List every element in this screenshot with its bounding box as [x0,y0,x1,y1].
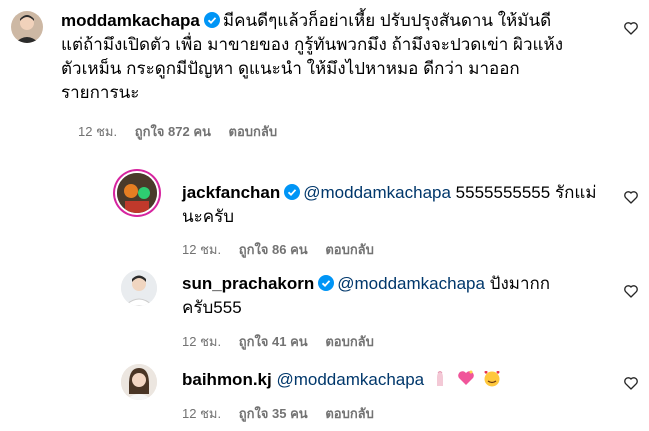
username[interactable]: baihmon.kj [182,370,272,389]
mention-link[interactable]: @moddamkachapa [276,370,424,389]
mention-link[interactable]: @moddamkachapa [303,183,451,202]
pinched-fingers-icon [437,371,444,386]
like-count[interactable]: ถูกใจ 86 คน [239,242,308,257]
comment-meta: 12 ชม. ถูกใจ 41 คน ตอบกลับ [182,331,388,352]
comment-body: jackfanchan @moddamkachapa 5555555555 รัก… [182,181,602,229]
comment-text-line: มีคนดีๆแล้วก็อย่าเหี้ย ปรับปรุงสันดาน ให… [222,11,552,30]
username[interactable]: sun_prachakorn [182,274,314,293]
heart-icon[interactable] [623,189,639,205]
mention-link[interactable]: @moddamkachapa [337,274,485,293]
verified-badge-icon [318,275,335,291]
verified-badge-icon [284,184,301,200]
verified-badge-icon [203,12,220,28]
reply-button[interactable]: ตอบกลับ [325,406,374,421]
timestamp[interactable]: 12 ชม. [78,124,117,139]
reply-button[interactable]: ตอบกลับ [229,124,278,139]
comment-body: moddamkachapa มีคนดีๆแล้วก็อย่าเหี้ย ปรับ… [61,9,606,105]
avatar[interactable] [121,364,157,400]
comment-text-line: รายการนะ [61,83,140,102]
comment-meta: 12 ชม. ถูกใจ 872 คน ตอบกลับ [78,121,291,142]
like-count[interactable]: ถูกใจ 41 คน [239,334,308,349]
timestamp[interactable]: 12 ชม. [182,242,221,257]
avatar[interactable] [121,270,157,306]
like-count[interactable]: ถูกใจ 872 คน [135,124,211,139]
username[interactable]: jackfanchan [182,183,280,202]
avatar[interactable] [117,173,157,213]
comment-text-line: แต่ถ้ามึงเปิดตัว เพื่อ มาขายของ กูรู้ทัน… [61,35,563,54]
heart-icon[interactable] [623,375,639,391]
comment-text-line: ตัวเหม็น กระดูกมีปัญหา ดูแนะนำ ให้มึงไปห… [61,59,520,78]
smiling-face-with-hearts-icon [484,370,500,387]
timestamp[interactable]: 12 ชม. [182,334,221,349]
sparkling-heart-icon [458,370,474,385]
comment-text: ปังมากก [489,274,551,293]
comment-body: baihmon.kj @moddamkachapa [182,368,602,392]
comment-body: sun_prachakorn @moddamkachapa ปังมากก ครั… [182,272,602,320]
comment-meta: 12 ชม. ถูกใจ 35 คน ตอบกลับ [182,403,388,424]
reply-button[interactable]: ตอบกลับ [325,242,374,257]
heart-icon[interactable] [623,283,639,299]
comment-text: 5555555555 รักแม่ [455,183,597,202]
like-count[interactable]: ถูกใจ 35 คน [239,406,308,421]
comment-meta: 12 ชม. ถูกใจ 86 คน ตอบกลับ [182,239,388,260]
avatar[interactable] [11,11,43,43]
comment-text: นะครับ [182,207,235,226]
reply-button[interactable]: ตอบกลับ [325,334,374,349]
username[interactable]: moddamkachapa [61,11,200,30]
timestamp[interactable]: 12 ชม. [182,406,221,421]
comment-text: ครับ555 [182,298,242,317]
heart-icon[interactable] [623,20,639,36]
